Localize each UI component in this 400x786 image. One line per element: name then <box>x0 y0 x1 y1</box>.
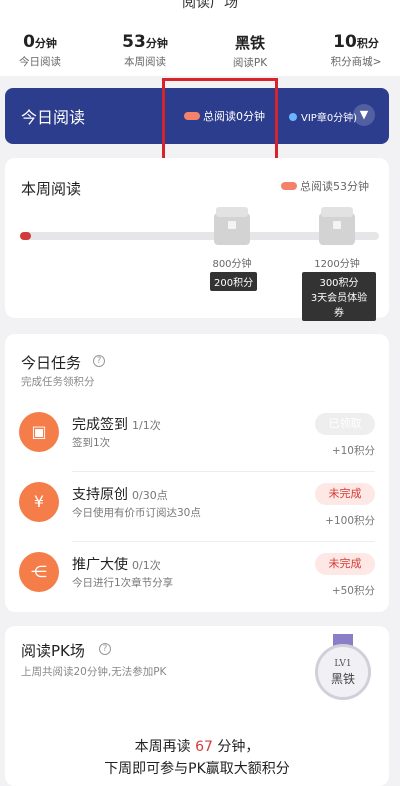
stat-unit: 积分 <box>356 37 379 50</box>
milestone-points: 200积分 <box>210 272 258 291</box>
total-dot-icon <box>281 182 297 190</box>
week-progress-fill <box>20 232 31 240</box>
medal-icon: LV1 黑铁 <box>315 644 371 700</box>
task-name: 支持原创 <box>72 487 128 503</box>
task-name: 推广大使 <box>72 557 128 573</box>
task-title: 推广大使 0/1次 <box>72 554 161 574</box>
help-icon[interactable]: ? <box>99 643 111 655</box>
stat-label: 本周阅读 <box>124 56 166 68</box>
stat-value: 0 <box>23 32 35 52</box>
calendar-check-icon: ▣ <box>19 412 59 452</box>
task-progress: 0/30点 <box>132 489 168 502</box>
task-title: 完成签到 1/1次 <box>72 414 161 434</box>
stat-points-mall[interactable]: 10积分 积分商城> <box>320 32 392 69</box>
task-desc: 今日使用有价币订阅达30点 <box>72 507 201 519</box>
milestone-minutes: 800分钟 <box>212 259 252 270</box>
pk-tier-badge[interactable]: LV1 黑铁 <box>311 634 375 702</box>
stat-value: 10 <box>333 32 357 52</box>
milestone-points-value: 300积分 <box>319 278 359 289</box>
stats-bar: 0分钟 今日阅读 53分钟 本周阅读 黑铁 阅读PK 10积分 积分商城> <box>0 26 400 76</box>
top-bar: 阅读广场 ··· <box>0 0 400 26</box>
stat-label: 阅读PK <box>232 57 268 69</box>
task-reward: +50积分 <box>331 585 375 597</box>
stat-unit: 分钟 <box>34 37 57 50</box>
milestone-points: 300积分 3天会员体验券 <box>302 272 376 321</box>
pk-promo-minutes: 67 <box>195 739 213 755</box>
share-icon: ⋲ <box>19 552 59 592</box>
stat-today[interactable]: 0分钟 今日阅读 <box>8 32 72 69</box>
reading-pk-card: 阅读PK场 ? 上周共阅读20分钟,无法参加PK LV1 黑铁 本周再读 67 … <box>5 626 389 786</box>
stat-week[interactable]: 53分钟 本周阅读 <box>107 32 183 69</box>
banner-title: 今日阅读 <box>21 108 86 127</box>
pk-promo-line1: 本周再读 67 分钟， <box>5 736 389 756</box>
more-icon[interactable]: ··· <box>373 0 386 8</box>
stat-unit: 分钟 <box>145 37 168 50</box>
chevron-down-icon[interactable]: ▼ <box>353 104 375 126</box>
badge-level: LV1 <box>334 659 352 669</box>
week-total-reading: 总阅读53分钟 <box>300 180 369 193</box>
stat-label: 今日阅读 <box>19 56 61 68</box>
pk-promo-prefix: 本周再读 <box>134 739 196 755</box>
vip-dot-icon <box>289 113 297 121</box>
task-reward: +100积分 <box>325 515 375 527</box>
task-row: ⋲ 推广大使 0/1次 今日进行1次章节分享 未完成 +50积分 <box>5 542 389 612</box>
task-name: 完成签到 <box>72 417 128 433</box>
help-icon[interactable]: ? <box>93 355 105 367</box>
week-reading-card: 本周阅读 总阅读53分钟 800分钟 200积分 1200分钟 300积分 3天… <box>5 158 389 321</box>
task-title: 支持原创 0/30点 <box>72 484 168 504</box>
task-desc: 签到1次 <box>72 437 111 449</box>
task-status-button[interactable]: 未完成 <box>315 483 375 505</box>
tasks-title: 今日任务 <box>21 354 82 372</box>
banner-vip-reading: VIP章0分钟) <box>301 113 358 124</box>
week-title: 本周阅读 <box>21 180 82 198</box>
pk-title: 阅读PK场 <box>21 642 85 660</box>
reward-chest-icon[interactable] <box>214 207 250 245</box>
task-status-button[interactable]: 未完成 <box>315 553 375 575</box>
stat-label: 积分商城> <box>330 56 382 68</box>
pk-subtitle: 上周共阅读20分钟,无法参加PK <box>21 666 167 678</box>
pk-promo-line2: 下周即可参与PK赢取大额积分 <box>104 761 290 777</box>
task-status-button[interactable]: 已领取 <box>315 413 375 435</box>
task-row: ¥ 支持原创 0/30点 今日使用有价币订阅达30点 未完成 +100积分 <box>5 472 389 542</box>
tasks-subtitle: 完成任务领积分 <box>21 376 95 388</box>
task-reward: +10积分 <box>331 445 375 457</box>
task-row: ▣ 完成签到 1/1次 签到1次 已领取 +10积分 <box>5 402 389 472</box>
stat-value: 黑铁 <box>234 34 265 52</box>
yen-coin-icon: ¥ <box>19 482 59 522</box>
task-progress: 1/1次 <box>132 419 161 432</box>
task-progress: 0/1次 <box>132 559 161 572</box>
milestone-minutes: 1200分钟 <box>314 259 360 270</box>
stat-value: 53 <box>122 32 146 52</box>
task-desc: 今日进行1次章节分享 <box>72 577 174 589</box>
badge-tier: 黑铁 <box>330 672 355 686</box>
stat-pk[interactable]: 黑铁 阅读PK <box>218 32 282 70</box>
page-title: 阅读广场 <box>182 0 238 11</box>
milestone-extra-reward: 3天会员体验券 <box>310 293 368 319</box>
today-tasks-card: 今日任务 ? 完成任务领积分 ▣ 完成签到 1/1次 签到1次 已领取 +10积分… <box>5 334 389 612</box>
reward-chest-icon[interactable] <box>319 207 355 245</box>
pk-promo-suffix: 分钟， <box>212 739 260 755</box>
